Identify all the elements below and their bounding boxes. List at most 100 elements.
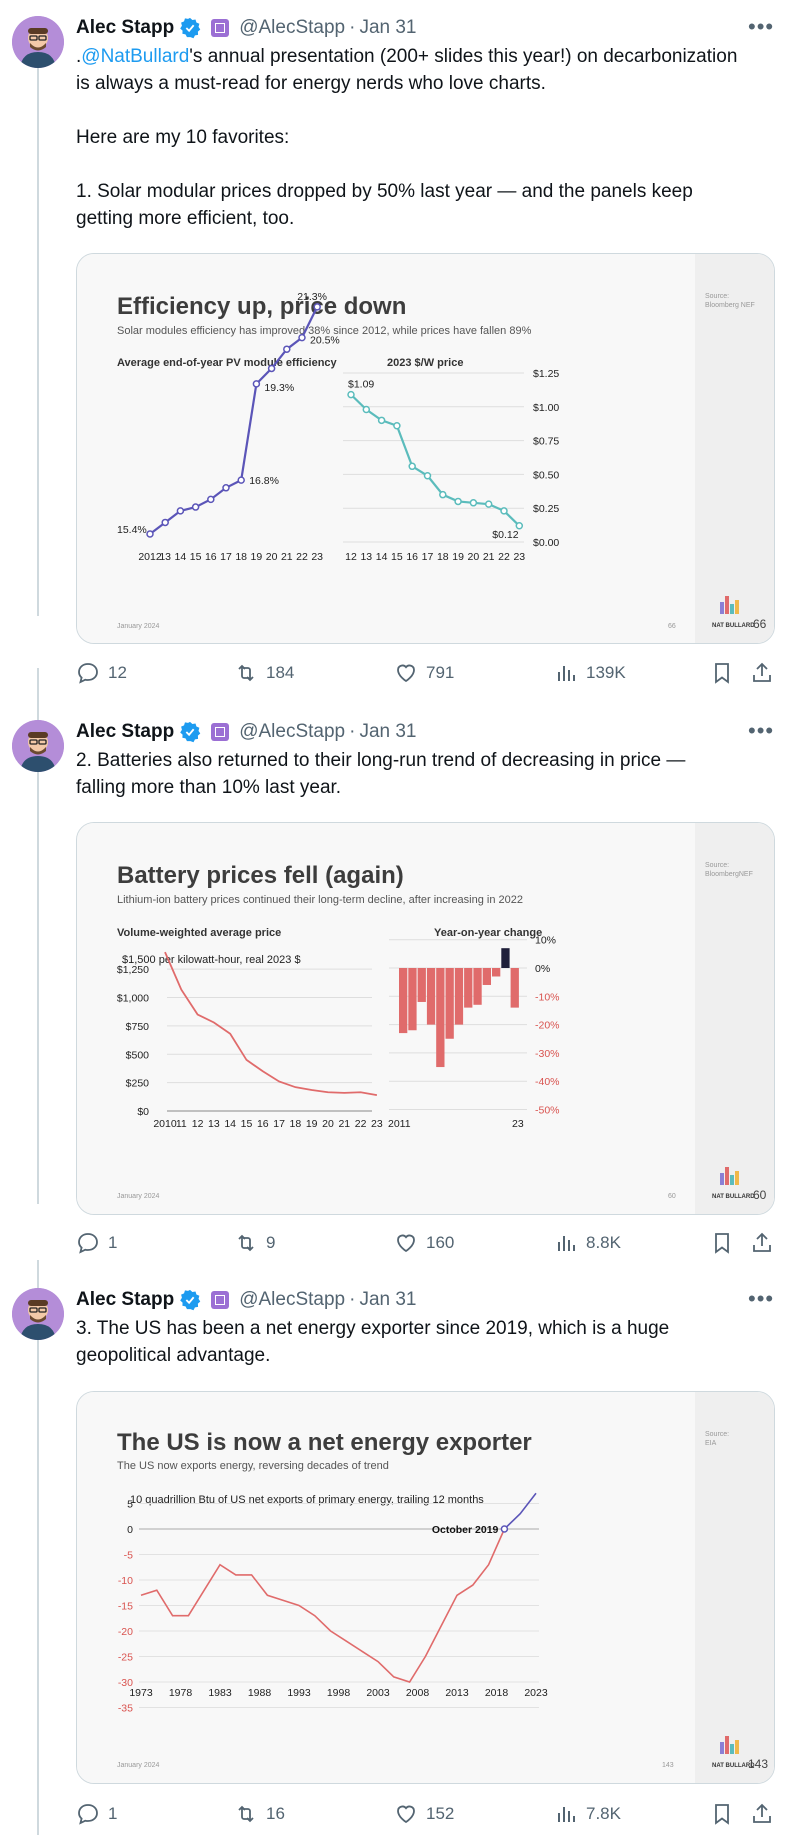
thread-line: [37, 68, 39, 616]
price-point: [500, 507, 508, 515]
mention-link[interactable]: @NatBullard: [81, 46, 189, 67]
yoy-bar: [464, 968, 473, 1008]
yoy-bar: [482, 968, 491, 985]
efficiency-point: [267, 364, 276, 373]
slide-sidebar: [695, 1392, 774, 1783]
author-handle[interactable]: @AlecStapp: [239, 721, 345, 743]
avatar[interactable]: [12, 720, 64, 772]
repost-button[interactable]: 184: [234, 661, 294, 685]
slide-big-page: 143: [748, 1757, 768, 1771]
x-tick-label: 15: [190, 551, 202, 563]
right-chart-label: 2023 $/W price: [387, 357, 463, 369]
tweet-date[interactable]: Jan 31: [359, 1289, 416, 1311]
tweet-date[interactable]: Jan 31: [359, 721, 416, 743]
x-tick-label: 18: [437, 551, 449, 563]
efficiency-point: [207, 495, 215, 504]
tweet-text: 3. The US has been a net energy exporter…: [76, 1315, 776, 1369]
tweet-actions: 1 16 152 7.8K: [76, 1802, 773, 1830]
yoy-bar: [445, 968, 454, 1039]
author-name[interactable]: Alec Stapp: [76, 721, 174, 743]
views-button[interactable]: 139K: [554, 661, 626, 685]
author-handle[interactable]: @AlecStapp: [239, 17, 345, 39]
x-tick-label: 12: [345, 551, 357, 563]
author-name[interactable]: Alec Stapp: [76, 17, 174, 39]
author-name[interactable]: Alec Stapp: [76, 1289, 174, 1311]
y-tick-label: 0%: [535, 963, 550, 975]
yoy-bar: [492, 968, 501, 977]
source-name: EIA: [705, 1440, 717, 1447]
like-button[interactable]: 160: [394, 1231, 454, 1255]
x-tick-label: 1993: [287, 1687, 311, 1699]
like-button[interactable]: 152: [394, 1802, 454, 1826]
share-button[interactable]: [750, 1802, 774, 1831]
media-image-solar[interactable]: Efficiency up, price down Solar modules …: [76, 253, 775, 644]
bookmark-button[interactable]: [710, 1802, 734, 1831]
y-tick-label: $0.50: [533, 469, 559, 481]
slide-sidebar: [695, 823, 774, 1214]
x-tick-label: 21: [281, 551, 293, 563]
affiliation-badge-icon: [211, 1291, 230, 1309]
heart-icon: [397, 1234, 415, 1253]
yoy-bar: [426, 968, 436, 1025]
views-button[interactable]: 8.8K: [554, 1231, 621, 1255]
reply-icon: [78, 1804, 98, 1825]
yoy-bar: [417, 968, 426, 1002]
bookmark-button[interactable]: [710, 661, 734, 690]
yoy-bar: [473, 968, 482, 1005]
x-tick-label: 2018: [485, 1687, 509, 1699]
text-line: getting more efficient, too.: [76, 208, 295, 229]
x-tick-label: 17: [422, 551, 434, 563]
text-line: 1. Solar modular prices dropped by 50% l…: [76, 181, 693, 202]
y-tick-label: $0.75: [533, 436, 559, 448]
y-tick-label: -10: [118, 1575, 133, 1587]
repost-button[interactable]: 16: [234, 1802, 285, 1826]
y-tick-label: -20: [118, 1626, 133, 1638]
share-button[interactable]: [750, 661, 774, 690]
reply-button[interactable]: 1: [76, 1802, 117, 1826]
price-point: [469, 499, 478, 507]
x-tick-label: 13: [159, 551, 171, 563]
y-tick-label: -10%: [535, 991, 560, 1003]
x-tick-label: 20: [322, 1118, 334, 1130]
media-image-battery[interactable]: Battery prices fell (again) Lithium-ion …: [76, 822, 775, 1215]
repost-button[interactable]: 9: [234, 1231, 275, 1255]
avatar[interactable]: [12, 16, 64, 68]
y-tick-label: -15: [118, 1601, 133, 1613]
yoy-bar: [408, 968, 417, 1031]
efficiency-point: [161, 518, 169, 527]
tweet-date[interactable]: Jan 31: [359, 17, 416, 39]
tweet-text: 2. Batteries also returned to their long…: [76, 747, 776, 801]
views-icon: [558, 666, 575, 681]
views-button[interactable]: 7.8K: [554, 1802, 621, 1826]
media-image-energy[interactable]: The US is now a net energy exporter The …: [76, 1391, 775, 1784]
x-tick-label: 21: [338, 1118, 350, 1130]
x-tick-label: 2012: [138, 551, 162, 563]
bookmark-button[interactable]: [710, 1231, 734, 1260]
reply-button[interactable]: 1: [76, 1231, 117, 1255]
repost-count: 9: [266, 1233, 276, 1252]
y-tick-label: -40%: [535, 1076, 560, 1088]
x-tick-label: 20: [266, 551, 278, 563]
more-options-icon[interactable]: •••: [748, 14, 774, 40]
efficiency-point: [222, 484, 230, 492]
efficiency-data-label: 20.5%: [310, 335, 340, 347]
share-button[interactable]: [750, 1231, 774, 1260]
repost-icon: [238, 1234, 254, 1252]
slide-big-page: 60: [753, 1188, 767, 1202]
y-tick-label: $0.00: [533, 537, 559, 549]
y-tick-label: 0: [127, 1524, 133, 1536]
view-count: 8.8K: [586, 1233, 621, 1252]
like-button[interactable]: 791: [394, 661, 454, 685]
author-handle[interactable]: @AlecStapp: [239, 1289, 345, 1311]
y-tick-label: $1.25: [533, 368, 559, 380]
more-options-icon[interactable]: •••: [748, 718, 774, 744]
left-chart-label: Volume-weighted average price: [117, 927, 281, 939]
x-tick-label: 15: [241, 1118, 253, 1130]
x-tick-label: 16: [205, 551, 217, 563]
avatar[interactable]: [12, 1288, 64, 1340]
more-options-icon[interactable]: •••: [748, 1286, 774, 1312]
reply-button[interactable]: 12: [76, 661, 127, 685]
slide-subtitle: The US now exports energy, reversing dec…: [117, 1460, 389, 1472]
x-tick-label: 23: [371, 1118, 383, 1130]
x-tick-label: 2023: [524, 1687, 548, 1699]
